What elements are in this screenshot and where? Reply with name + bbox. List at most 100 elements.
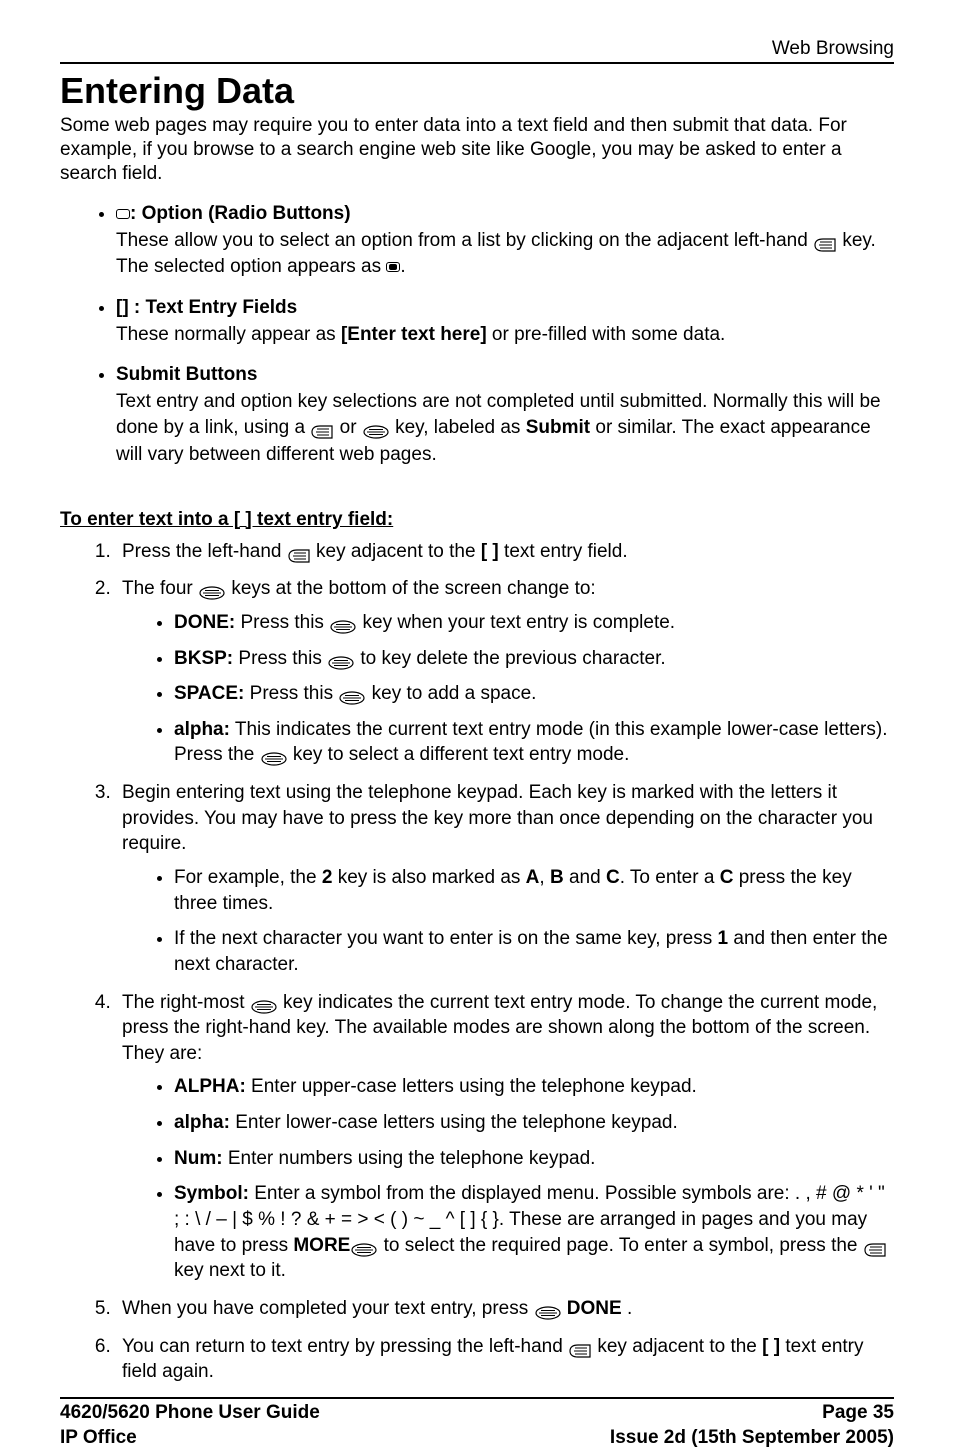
- intro-paragraph: Some web pages may require you to enter …: [60, 114, 894, 185]
- list-item: Symbol: Enter a symbol from the displaye…: [174, 1181, 894, 1284]
- text: Num:: [174, 1148, 223, 1169]
- key-icon: [260, 748, 288, 762]
- mode-list: ALPHA: Enter upper-case letters using th…: [122, 1074, 894, 1283]
- list-item: Num: Enter numbers using the telephone k…: [174, 1146, 894, 1172]
- text: .: [400, 256, 405, 277]
- text: SPACE:: [174, 683, 244, 704]
- list-item: The four keys at the bottom of the scree…: [116, 576, 894, 768]
- text: key to select a different text entry mod…: [288, 744, 630, 765]
- key-icon: [350, 1239, 378, 1253]
- text: key, labeled as: [390, 417, 526, 438]
- procedure-steps: Press the left-hand key adjacent to the …: [60, 539, 894, 1397]
- footer-right: Page 35 Issue 2d (15th September 2005): [610, 1401, 894, 1450]
- key-icon: [863, 1239, 887, 1253]
- text: A: [526, 867, 540, 888]
- text: to select the required page. To enter a …: [378, 1235, 862, 1256]
- header-section: Web Browsing: [60, 38, 894, 64]
- text: and: [564, 867, 606, 888]
- text: keys at the bottom of the screen change …: [226, 578, 596, 599]
- page-title: Entering Data: [60, 70, 894, 112]
- text: ALPHA:: [174, 1076, 246, 1097]
- key-icon: [250, 996, 278, 1010]
- text: . To enter a: [620, 867, 720, 888]
- text: alpha:: [174, 719, 230, 740]
- text: Press this: [233, 648, 327, 669]
- text: alpha:: [174, 1112, 230, 1133]
- list-item: Press the left-hand key adjacent to the …: [116, 539, 894, 565]
- radio-filled-icon: [386, 262, 400, 272]
- list-item: Begin entering text using the telephone …: [116, 780, 894, 977]
- key-icon: [338, 687, 366, 701]
- feature-list: : Option (Radio Buttons) These allow you…: [60, 201, 894, 482]
- text: The right-most: [122, 992, 250, 1013]
- text: Symbol:: [174, 1183, 249, 1204]
- list-item: When you have completed your text entry,…: [116, 1296, 894, 1322]
- list-item: Submit Buttons Text entry and option key…: [116, 362, 894, 468]
- text: [Enter text here]: [341, 324, 487, 345]
- text: [ ]: [481, 541, 499, 562]
- key-icon: [534, 1302, 562, 1316]
- list-item: The right-most key indicates the current…: [116, 990, 894, 1284]
- footer-product: IP Office: [60, 1426, 320, 1450]
- text: key adjacent to the: [592, 1336, 762, 1357]
- list-item: You can return to text entry by pressing…: [116, 1334, 894, 1385]
- key-icon: [813, 234, 837, 248]
- text: Begin entering text using the telephone …: [122, 782, 873, 854]
- text: Enter upper-case letters using the telep…: [246, 1076, 697, 1097]
- footer-issue: Issue 2d (15th September 2005): [610, 1426, 894, 1450]
- text: Submit: [526, 417, 590, 438]
- text: [ ]: [762, 1336, 780, 1357]
- list-item: BKSP: Press this to key delete the previ…: [174, 646, 894, 672]
- text: Press the left-hand: [122, 541, 287, 562]
- list-item: alpha: Enter lower-case letters using th…: [174, 1110, 894, 1136]
- text: These allow you to select an option from…: [116, 230, 813, 251]
- text: B: [550, 867, 564, 888]
- key-icon: [568, 1340, 592, 1354]
- text: text entry field.: [499, 541, 628, 562]
- key-icon: [362, 421, 390, 435]
- text: When you have completed your text entry,…: [122, 1298, 534, 1319]
- submit-label: Submit Buttons: [116, 364, 257, 385]
- text: C: [606, 867, 620, 888]
- radio-label: : Option (Radio Buttons): [130, 203, 351, 224]
- footer-guide-title: 4620/5620 Phone User Guide: [60, 1401, 320, 1426]
- example-list: For example, the 2 key is also marked as…: [122, 865, 894, 978]
- text: key is also marked as: [332, 867, 525, 888]
- text: key next to it.: [174, 1260, 286, 1281]
- text: 1: [718, 928, 729, 949]
- list-item: For example, the 2 key is also marked as…: [174, 865, 894, 916]
- page-footer: 4620/5620 Phone User Guide IP Office Pag…: [60, 1397, 894, 1450]
- text: For example, the: [174, 867, 322, 888]
- list-item: alpha: This indicates the current text e…: [174, 717, 894, 768]
- text: These normally appear as: [116, 324, 341, 345]
- list-item: ALPHA: Enter upper-case letters using th…: [174, 1074, 894, 1100]
- text: ,: [539, 867, 550, 888]
- key-icon: [310, 421, 334, 435]
- footer-left: 4620/5620 Phone User Guide IP Office: [60, 1401, 320, 1450]
- text: or pre-filled with some data.: [487, 324, 726, 345]
- text: MORE: [293, 1235, 350, 1256]
- text: Enter lower-case letters using the telep…: [230, 1112, 678, 1133]
- text: Enter numbers using the telephone keypad…: [223, 1148, 596, 1169]
- text: key adjacent to the: [311, 541, 481, 562]
- list-item: DONE: Press this key when your text entr…: [174, 610, 894, 636]
- text: You can return to text entry by pressing…: [122, 1336, 568, 1357]
- key-icon: [287, 545, 311, 559]
- list-item: If the next character you want to enter …: [174, 926, 894, 977]
- footer-page-number: Page 35: [610, 1401, 894, 1426]
- textfield-label: [] : Text Entry Fields: [116, 297, 297, 318]
- key-icon: [327, 652, 355, 666]
- text: to key delete the previous character.: [355, 648, 666, 669]
- text: key to add a space.: [366, 683, 536, 704]
- text: DONE:: [174, 612, 235, 633]
- text: or: [334, 417, 361, 438]
- softkey-list: DONE: Press this key when your text entr…: [122, 610, 894, 768]
- text: The four: [122, 578, 198, 599]
- text: If the next character you want to enter …: [174, 928, 718, 949]
- list-item: SPACE: Press this key to add a space.: [174, 681, 894, 707]
- procedure-heading: To enter text into a [ ] text entry fiel…: [60, 509, 894, 531]
- text: Press this: [244, 683, 338, 704]
- text: 2: [322, 867, 333, 888]
- list-item: : Option (Radio Buttons) These allow you…: [116, 201, 894, 281]
- radio-empty-icon: [116, 209, 130, 219]
